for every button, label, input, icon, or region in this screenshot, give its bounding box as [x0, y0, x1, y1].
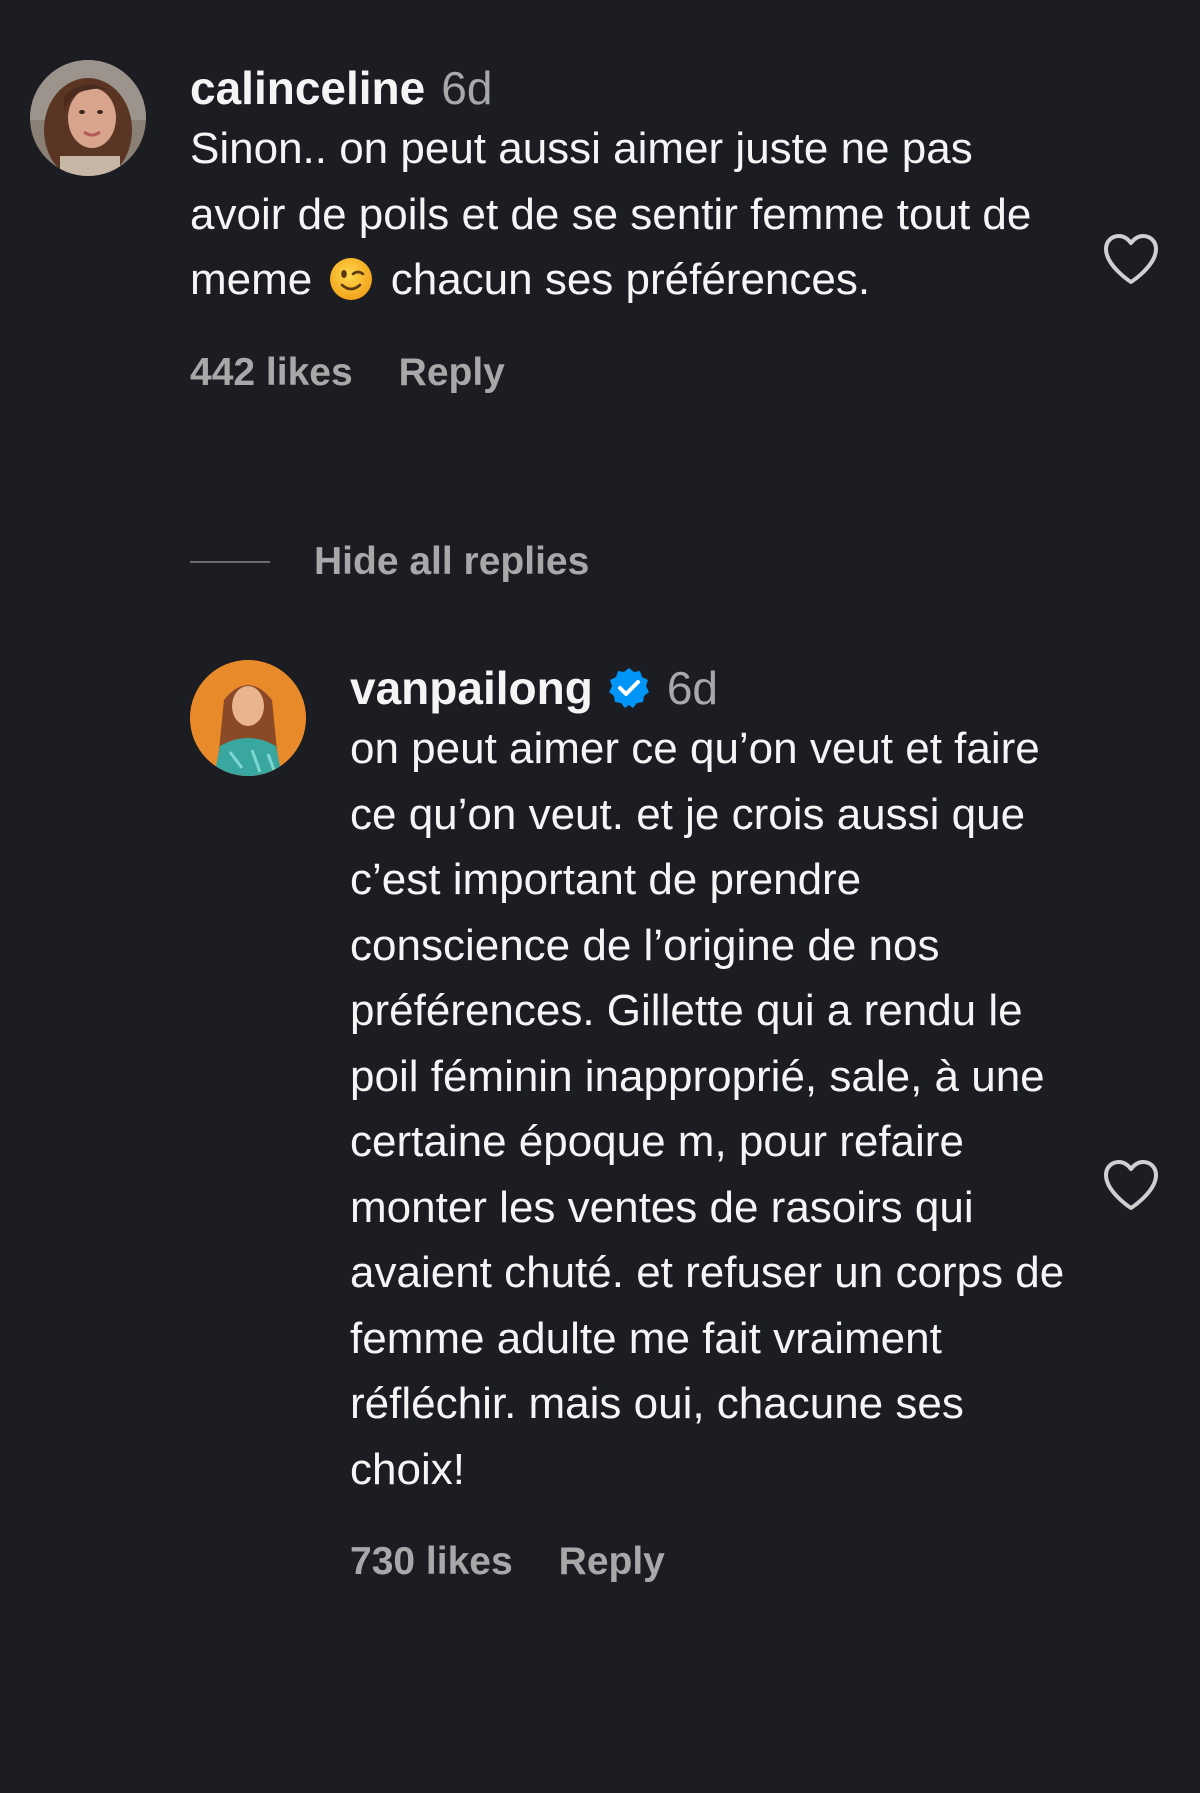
reply-button[interactable]: Reply	[399, 351, 505, 395]
verified-badge-icon	[608, 668, 649, 708]
comment-header: vanpailong 6d	[350, 660, 1090, 716]
reply-button[interactable]: Reply	[559, 1540, 665, 1584]
heart-icon[interactable]	[1102, 1158, 1160, 1212]
comment-text: on peut aimer ce qu’on veut et faire ce …	[350, 724, 1065, 1494]
comment-header: calinceline 6d	[190, 60, 1070, 116]
reply-vanpailong: vanpailong 6d on peut aimer ce qu’on veu…	[190, 660, 1090, 1584]
comment-actions: 730 likes Reply	[350, 1540, 1090, 1584]
heart-icon[interactable]	[1102, 232, 1160, 286]
comment-actions: 442 likes Reply	[190, 351, 1070, 395]
username[interactable]: calinceline	[190, 60, 425, 116]
winking-face-emoji-icon	[330, 258, 373, 300]
hide-replies-label[interactable]: Hide all replies	[314, 540, 589, 584]
divider-line	[190, 561, 270, 563]
comment-calinceline: calinceline 6d Sinon.. on peut aussi aim…	[30, 60, 1070, 395]
likes-count[interactable]: 730 likes	[350, 1540, 513, 1584]
comment-text: Sinon.. on peut aussi aimer juste ne pas…	[190, 116, 1070, 313]
avatar-vanpailong[interactable]	[190, 660, 306, 776]
timestamp[interactable]: 6d	[667, 660, 718, 716]
likes-count[interactable]: 442 likes	[190, 351, 353, 395]
profile-photo-icon	[30, 60, 146, 176]
hide-replies-toggle[interactable]: Hide all replies	[190, 540, 589, 584]
comment-text-part: chacun ses préférences.	[390, 255, 871, 304]
timestamp[interactable]: 6d	[441, 60, 492, 116]
avatar-calinceline[interactable]	[30, 60, 146, 176]
username[interactable]: vanpailong	[350, 660, 593, 716]
profile-photo-icon	[190, 660, 306, 776]
